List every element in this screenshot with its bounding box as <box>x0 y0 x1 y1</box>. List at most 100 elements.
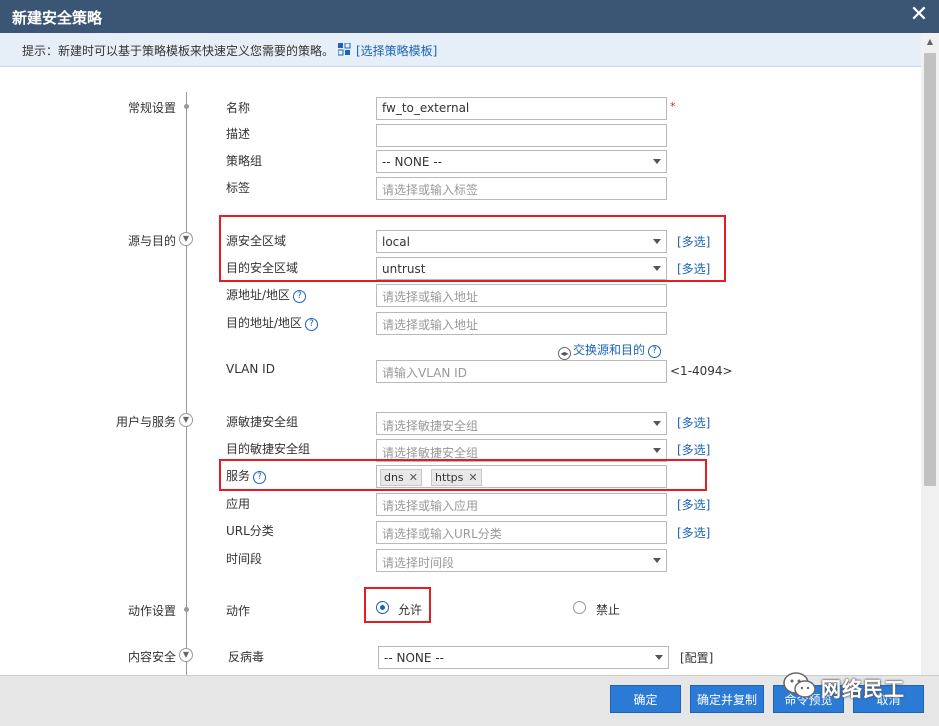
src-zone-select[interactable]: local <box>376 230 667 253</box>
swap-icon: ◂▸ <box>558 347 571 360</box>
chevron-down-icon <box>655 655 663 660</box>
section-general: 常规设置 <box>127 101 176 115</box>
antivirus-config-link[interactable]: [配置] <box>680 649 713 666</box>
close-icon[interactable]: ✕ <box>907 3 931 27</box>
chevron-down-icon <box>653 266 661 271</box>
app-label: 应用 <box>226 497 251 511</box>
tag-label: 标签 <box>226 181 251 195</box>
src-agile-placeholder: 请选择敏捷安全组 <box>382 419 479 433</box>
app-input[interactable]: 请选择或输入应用 <box>376 493 667 516</box>
dst-addr-label: 目的地址/地区? <box>226 314 319 331</box>
ok-copy-button[interactable]: 确定并复制 <box>690 685 764 713</box>
dst-addr-label-text: 目的地址/地区 <box>226 316 303 330</box>
group-label: 策略组 <box>226 154 263 168</box>
chevron-down-icon <box>653 239 661 244</box>
section-user-service: 用户与服务 <box>115 415 176 429</box>
swap-text: 交换源和目的 <box>573 343 646 357</box>
action-label: 动作 <box>226 604 251 618</box>
chevron-down-icon <box>653 558 661 563</box>
scrollbar-thumb[interactable] <box>924 53 936 486</box>
collapse-icon[interactable]: ▼ <box>179 232 193 246</box>
section-action: 动作设置 <box>127 604 176 618</box>
permit-label[interactable]: 允许 <box>398 601 422 618</box>
group-select-value: -- NONE -- <box>382 155 442 169</box>
help-icon[interactable]: ? <box>253 471 267 484</box>
time-select[interactable]: 请选择时间段 <box>376 549 667 572</box>
dst-addr-input[interactable]: 请选择或输入地址 <box>376 312 667 335</box>
desc-input[interactable] <box>376 124 667 147</box>
url-label: URL分类 <box>226 524 274 538</box>
collapse-icon[interactable]: ▼ <box>179 413 193 427</box>
dst-agile-label: 目的敏捷安全组 <box>226 442 311 456</box>
dialog-titlebar: 新建安全策略 ✕ <box>0 0 939 33</box>
url-multi-link[interactable]: [多选] <box>677 524 710 541</box>
template-icon[interactable] <box>338 43 351 56</box>
time-placeholder: 请选择时间段 <box>382 556 455 570</box>
service-label: 服务? <box>226 467 267 484</box>
dst-agile-multi-link[interactable]: [多选] <box>677 441 710 458</box>
src-addr-label: 源地址/地区? <box>226 286 307 303</box>
collapse-icon[interactable]: ▼ <box>179 648 193 662</box>
tag-input[interactable]: 请选择或输入标签 <box>376 177 667 200</box>
hint-text: 提示：新建时可以基于策略模板来快速定义您需要的策略。 <box>22 44 335 58</box>
permit-radio[interactable] <box>376 601 389 614</box>
url-input[interactable]: 请选择或输入URL分类 <box>376 521 667 544</box>
service-tag: https ✕ <box>431 469 482 486</box>
src-addr-label-text: 源地址/地区 <box>226 288 291 302</box>
src-zone-label: 源安全区域 <box>226 234 287 248</box>
service-label-text: 服务 <box>226 469 251 483</box>
antivirus-value: -- NONE -- <box>384 651 444 665</box>
group-select[interactable]: -- NONE -- <box>376 150 667 173</box>
watermark: 网络民工 <box>783 669 933 705</box>
deny-label[interactable]: 禁止 <box>596 601 620 618</box>
required-marker: * <box>670 100 676 113</box>
service-tag-label: https <box>435 471 464 484</box>
wechat-icon <box>783 672 816 698</box>
dialog-title: 新建安全策略 <box>12 9 103 27</box>
chevron-down-icon <box>653 448 661 453</box>
hint-bar: 提示：新建时可以基于策略模板来快速定义您需要的策略。 [选择策略模板] <box>0 33 921 67</box>
service-input[interactable]: dns ✕ https ✕ <box>376 465 667 488</box>
service-tag-label: dns <box>384 471 404 484</box>
app-multi-link[interactable]: [多选] <box>677 496 710 513</box>
remove-tag-icon[interactable]: ✕ <box>468 471 477 484</box>
section-dot <box>184 104 189 109</box>
select-template-link[interactable]: [选择策略模板] <box>356 42 437 59</box>
antivirus-select[interactable]: -- NONE -- <box>378 646 669 669</box>
watermark-text: 网络民工 <box>821 677 905 701</box>
timeline-line <box>186 92 187 676</box>
section-dot <box>184 607 189 612</box>
swap-src-dst-link[interactable]: ◂▸ 交换源和目的? <box>558 341 662 360</box>
section-src-dst: 源与目的 <box>127 234 176 248</box>
section-content: 内容安全 <box>127 650 176 664</box>
dst-zone-select[interactable]: untrust <box>376 257 667 280</box>
src-addr-input[interactable]: 请选择或输入地址 <box>376 284 667 307</box>
antivirus-label: 反病毒 <box>228 650 265 664</box>
dst-zone-label: 目的安全区域 <box>226 261 299 275</box>
ok-button[interactable]: 确定 <box>610 685 681 713</box>
time-label: 时间段 <box>226 552 263 566</box>
help-icon[interactable]: ? <box>648 345 662 358</box>
service-tag: dns ✕ <box>380 469 422 486</box>
vlan-range: <1-4094> <box>670 364 733 378</box>
desc-label: 描述 <box>226 127 251 141</box>
vlan-input[interactable]: 请输入VLAN ID <box>376 360 667 383</box>
src-agile-label: 源敏捷安全组 <box>226 415 299 429</box>
dst-zone-multi-link[interactable]: [多选] <box>677 260 710 277</box>
dst-zone-value: untrust <box>382 262 426 276</box>
chevron-down-icon <box>653 159 661 164</box>
scroll-up-icon[interactable]: ▲ <box>921 33 939 50</box>
chevron-down-icon <box>653 421 661 426</box>
dst-agile-placeholder: 请选择敏捷安全组 <box>382 446 479 460</box>
src-agile-multi-link[interactable]: [多选] <box>677 414 710 431</box>
src-zone-multi-link[interactable]: [多选] <box>677 233 710 250</box>
src-zone-value: local <box>382 235 410 249</box>
remove-tag-icon[interactable]: ✕ <box>409 471 418 484</box>
help-icon[interactable]: ? <box>293 290 307 303</box>
name-input[interactable]: fw_to_external <box>376 97 667 120</box>
deny-radio[interactable] <box>573 601 586 614</box>
help-icon[interactable]: ? <box>305 318 319 331</box>
src-agile-select[interactable]: 请选择敏捷安全组 <box>376 412 667 435</box>
vlan-label: VLAN ID <box>226 362 275 376</box>
scrollbar[interactable]: ▲ <box>921 33 939 675</box>
